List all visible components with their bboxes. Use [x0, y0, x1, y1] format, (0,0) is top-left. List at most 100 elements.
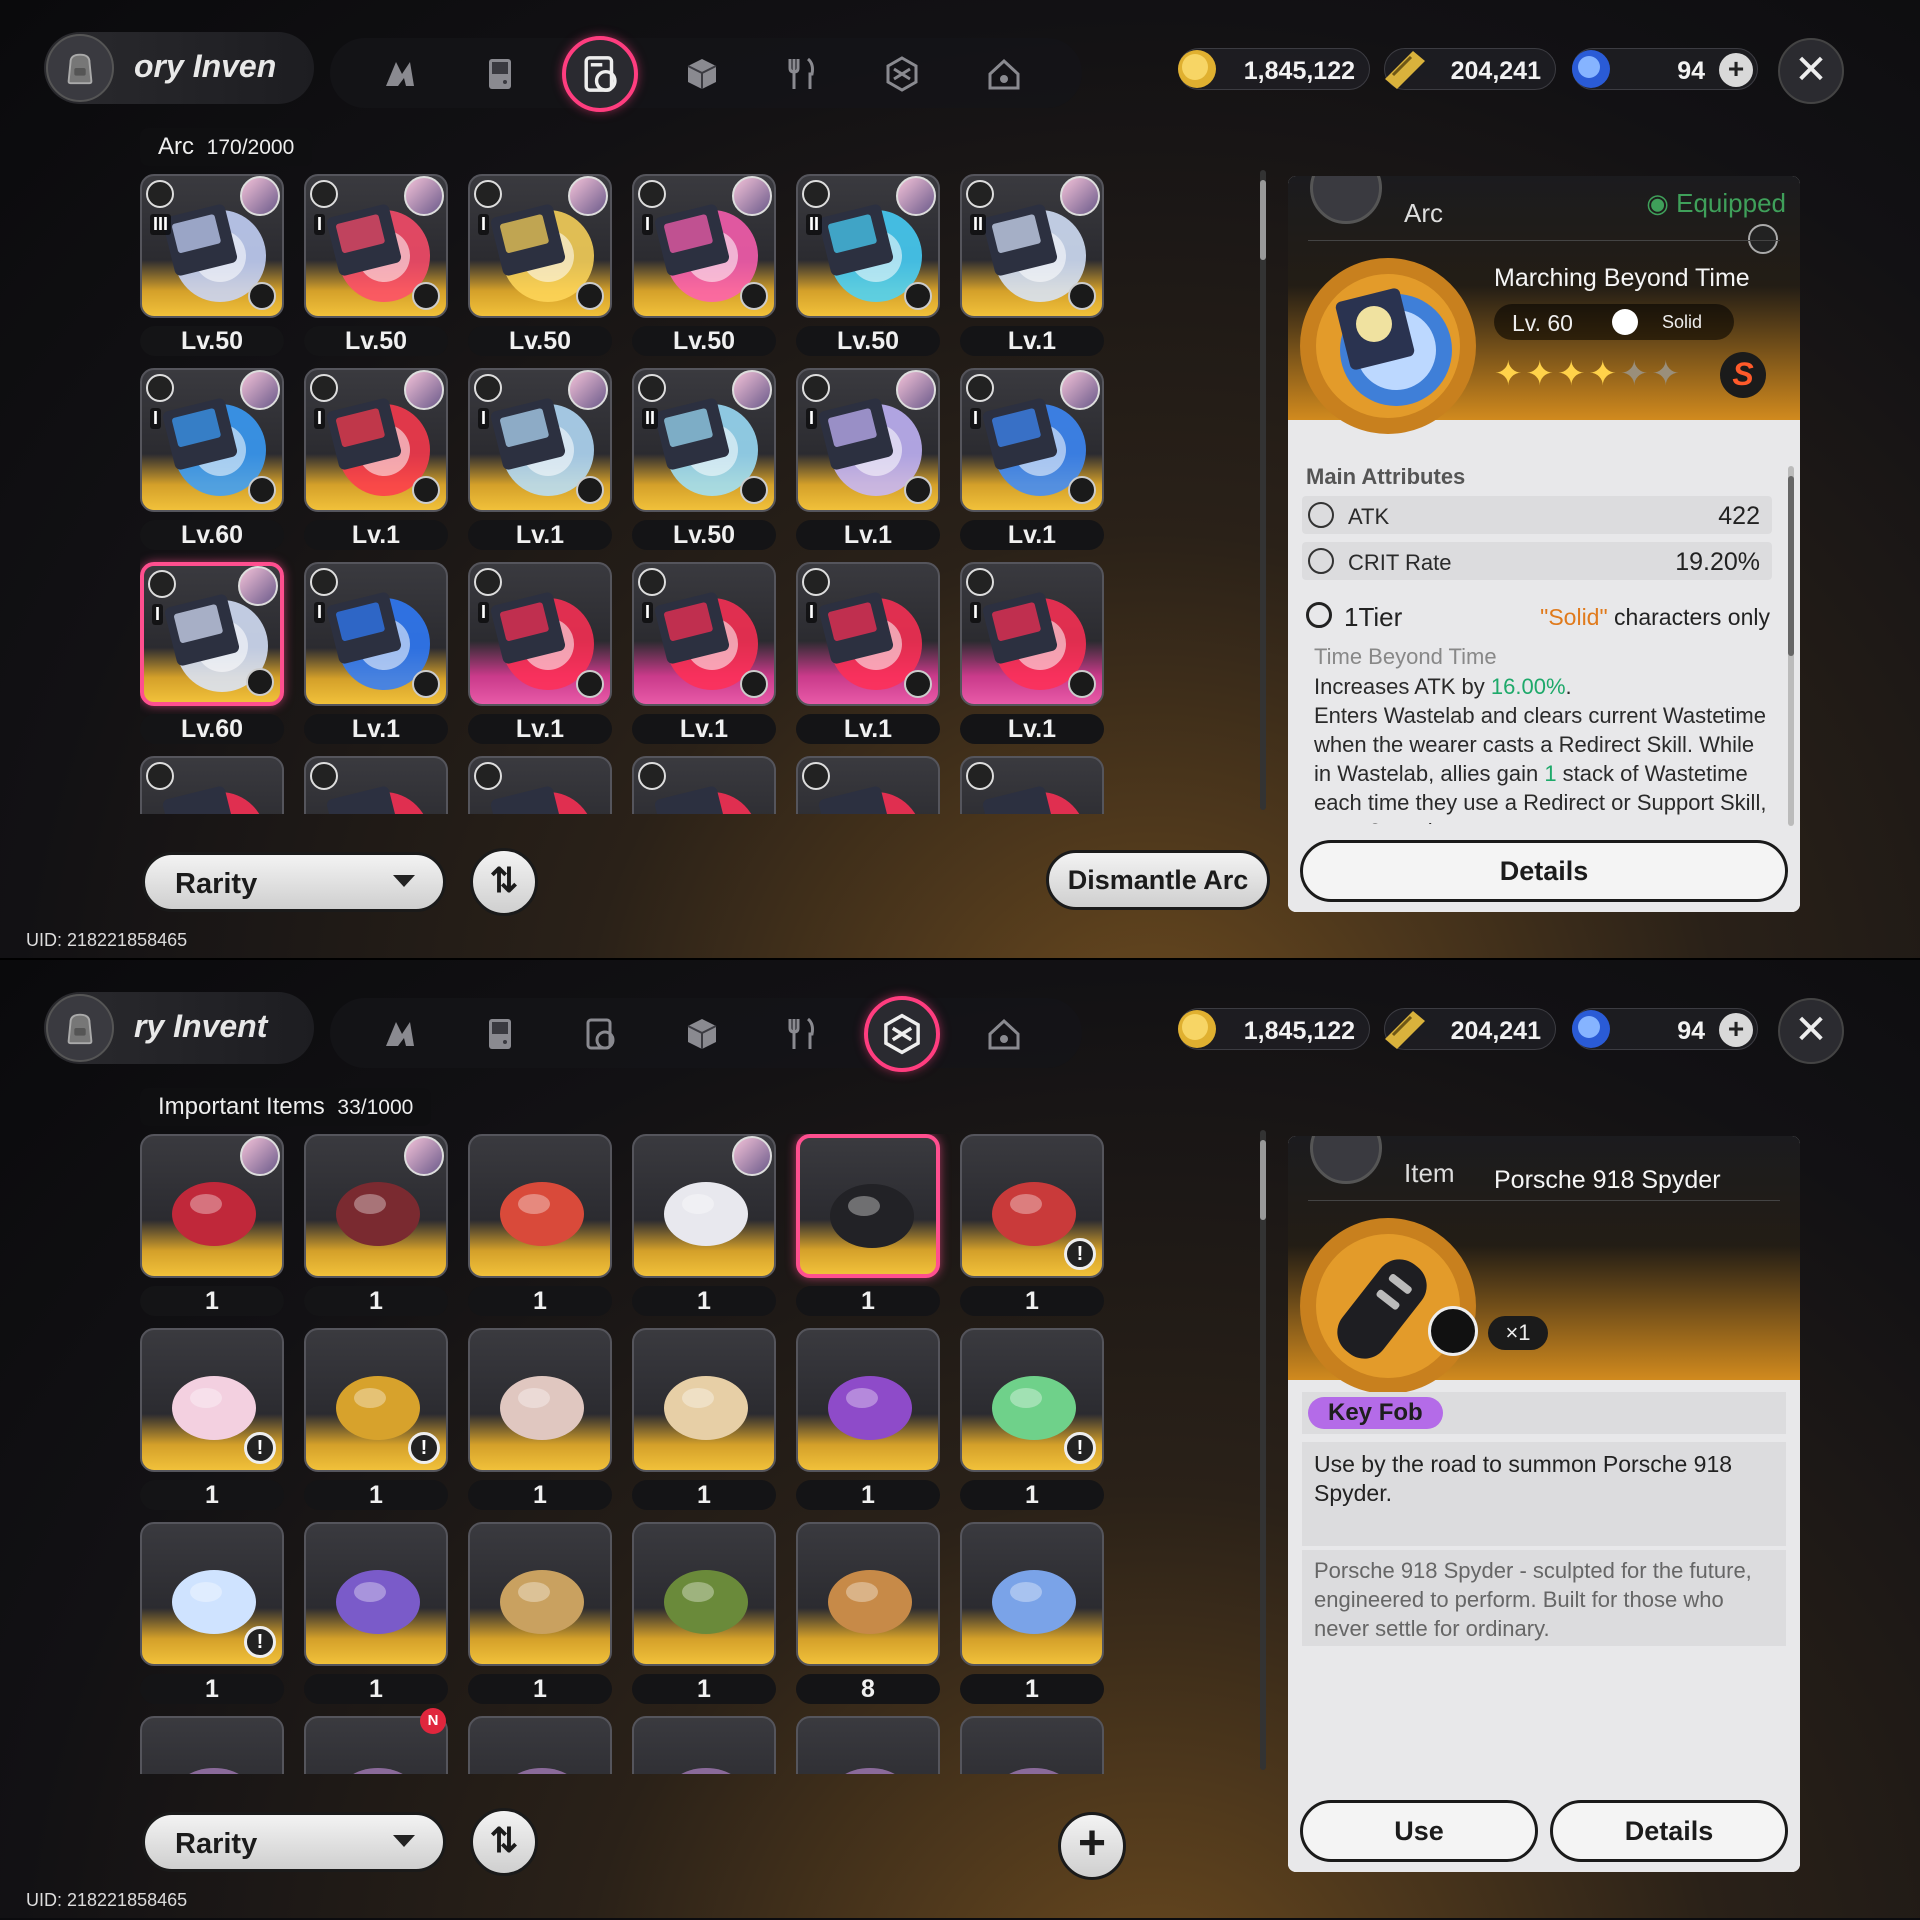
- arc-tile[interactable]: [632, 756, 776, 814]
- dismantle-arc-button[interactable]: Dismantle Arc: [1046, 850, 1270, 910]
- item-tile[interactable]: [960, 1522, 1104, 1666]
- arc-tile[interactable]: II: [632, 368, 776, 512]
- arc-tile[interactable]: [468, 756, 612, 814]
- arc-tile[interactable]: III: [140, 174, 284, 318]
- backpack-icon[interactable]: [46, 34, 114, 102]
- lock-icon[interactable]: [1068, 282, 1096, 310]
- item-tile[interactable]: [960, 1716, 1104, 1774]
- lock-icon[interactable]: [904, 476, 932, 504]
- add-button[interactable]: +: [1058, 1812, 1126, 1880]
- tab-gameboy-icon[interactable]: [470, 1004, 530, 1064]
- lock-icon[interactable]: [576, 476, 604, 504]
- arc-tile[interactable]: I: [468, 174, 612, 318]
- lock-icon[interactable]: [246, 668, 274, 696]
- add-gems-button[interactable]: +: [1719, 53, 1753, 87]
- lock-icon[interactable]: [1068, 476, 1096, 504]
- item-tile[interactable]: [304, 1134, 448, 1278]
- lock-icon[interactable]: [576, 282, 604, 310]
- lock-icon[interactable]: [740, 670, 768, 698]
- item-tile[interactable]: !: [960, 1134, 1104, 1278]
- lock-icon[interactable]: [904, 282, 932, 310]
- item-tile[interactable]: !: [140, 1328, 284, 1472]
- details-button[interactable]: Details: [1550, 1800, 1788, 1862]
- item-tile[interactable]: [140, 1716, 284, 1774]
- item-tile[interactable]: [796, 1328, 940, 1472]
- grid-scrollbar[interactable]: [1260, 1130, 1266, 1770]
- lock-icon[interactable]: [412, 476, 440, 504]
- close-button[interactable]: ✕: [1778, 38, 1844, 104]
- arc-tile[interactable]: I: [796, 368, 940, 512]
- arc-tile[interactable]: II: [960, 174, 1104, 318]
- tab-arc-icon[interactable]: [562, 36, 638, 112]
- lock-icon[interactable]: [904, 670, 932, 698]
- item-tile[interactable]: [140, 1134, 284, 1278]
- tab-housing-icon[interactable]: [974, 1004, 1034, 1064]
- tab-box-icon[interactable]: [672, 1004, 732, 1064]
- lock-icon[interactable]: [740, 476, 768, 504]
- arc-tile[interactable]: I: [304, 562, 448, 706]
- arc-tile[interactable]: I: [304, 174, 448, 318]
- lock-icon[interactable]: [576, 670, 604, 698]
- arc-tile[interactable]: I: [140, 562, 284, 706]
- item-tile[interactable]: [468, 1522, 612, 1666]
- arc-tile[interactable]: II: [796, 174, 940, 318]
- item-tile[interactable]: [468, 1134, 612, 1278]
- use-button[interactable]: Use: [1300, 1800, 1538, 1862]
- tab-food-icon[interactable]: [772, 44, 832, 104]
- tab-housing-icon[interactable]: [974, 44, 1034, 104]
- arc-tile[interactable]: I: [140, 368, 284, 512]
- arc-tile[interactable]: [796, 756, 940, 814]
- tab-arc-icon[interactable]: [570, 1004, 630, 1064]
- close-button[interactable]: ✕: [1778, 998, 1844, 1064]
- arc-tile[interactable]: I: [468, 368, 612, 512]
- arc-tile[interactable]: I: [632, 562, 776, 706]
- tab-important-items-icon[interactable]: [864, 996, 940, 1072]
- item-tile[interactable]: [304, 1522, 448, 1666]
- lock-icon[interactable]: [248, 282, 276, 310]
- details-button[interactable]: Details: [1300, 840, 1788, 902]
- rarity-sort-dropdown[interactable]: Rarity: [142, 852, 446, 912]
- grid-scrollbar[interactable]: [1260, 170, 1266, 810]
- item-tile[interactable]: [796, 1716, 940, 1774]
- add-gems-button[interactable]: +: [1719, 1013, 1753, 1047]
- lock-icon[interactable]: [740, 282, 768, 310]
- item-tile[interactable]: [632, 1716, 776, 1774]
- lock-icon[interactable]: [412, 282, 440, 310]
- arc-tile[interactable]: I: [796, 562, 940, 706]
- tab-character-icon[interactable]: [370, 44, 430, 104]
- lock-icon[interactable]: [248, 476, 276, 504]
- arc-tile[interactable]: [960, 756, 1104, 814]
- arc-tile[interactable]: I: [468, 562, 612, 706]
- backpack-icon[interactable]: [46, 994, 114, 1062]
- sort-order-button[interactable]: ⇅: [470, 848, 538, 916]
- arc-tile[interactable]: I: [960, 368, 1104, 512]
- item-tile[interactable]: [796, 1134, 940, 1278]
- arc-tile[interactable]: I: [632, 174, 776, 318]
- item-tile[interactable]: [632, 1134, 776, 1278]
- item-tile[interactable]: [468, 1716, 612, 1774]
- lock-icon[interactable]: [1748, 224, 1778, 254]
- grid-scroll-thumb[interactable]: [1260, 180, 1266, 260]
- item-tile[interactable]: [796, 1522, 940, 1666]
- lock-icon[interactable]: [412, 670, 440, 698]
- sort-order-button[interactable]: ⇅: [470, 1808, 538, 1876]
- item-tile[interactable]: !: [304, 1328, 448, 1472]
- lock-icon[interactable]: [1068, 670, 1096, 698]
- item-tile[interactable]: [468, 1328, 612, 1472]
- tab-gameboy-icon[interactable]: [470, 44, 530, 104]
- magnify-icon[interactable]: [1428, 1306, 1478, 1356]
- tab-important-items-icon[interactable]: [872, 44, 932, 104]
- arc-tile[interactable]: [140, 756, 284, 814]
- tab-food-icon[interactable]: [772, 1004, 832, 1064]
- grid-scroll-thumb[interactable]: [1260, 1140, 1266, 1220]
- arc-tile[interactable]: I: [304, 368, 448, 512]
- tab-box-icon[interactable]: [672, 44, 732, 104]
- rarity-sort-dropdown[interactable]: Rarity: [142, 1812, 446, 1872]
- item-tile[interactable]: [632, 1522, 776, 1666]
- item-tile[interactable]: !: [960, 1328, 1104, 1472]
- item-tile[interactable]: [632, 1328, 776, 1472]
- arc-tile[interactable]: [304, 756, 448, 814]
- detail-scroll-thumb[interactable]: [1788, 476, 1794, 656]
- item-tile[interactable]: !: [140, 1522, 284, 1666]
- arc-tile[interactable]: I: [960, 562, 1104, 706]
